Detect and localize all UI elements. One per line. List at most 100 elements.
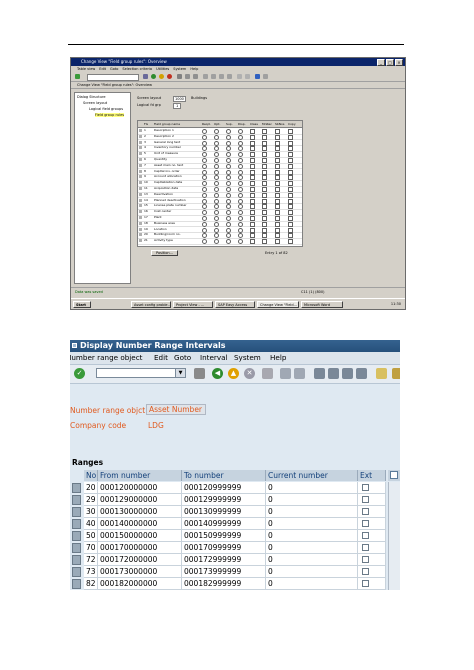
ext-checkbox[interactable] <box>362 568 369 575</box>
next-page-icon[interactable] <box>219 74 224 79</box>
find-next-icon[interactable] <box>294 368 305 379</box>
col-no[interactable]: No <box>84 470 98 481</box>
back-icon[interactable] <box>151 74 156 79</box>
menu-interval[interactable]: Interval <box>200 352 228 364</box>
row-selector[interactable] <box>139 187 142 190</box>
cell-no[interactable]: 82 <box>84 578 98 590</box>
menu-goto[interactable]: Goto <box>174 352 191 364</box>
row-selector[interactable] <box>139 140 142 144</box>
menu-edit[interactable]: Edit <box>154 352 168 364</box>
cell-no[interactable]: 50 <box>84 530 98 542</box>
col-current-number[interactable]: Current number <box>266 470 358 481</box>
cell-no[interactable]: 72 <box>84 554 98 566</box>
new-session-icon[interactable] <box>237 74 242 79</box>
exit-icon[interactable]: ▲ <box>228 368 239 379</box>
cell-current-number[interactable]: 0 <box>266 542 358 554</box>
cell-from-number[interactable]: 000173000000 <box>98 566 182 578</box>
task-word[interactable]: Microsoft Word <box>301 301 343 308</box>
back-icon[interactable]: ◀ <box>212 368 223 379</box>
row-selector[interactable] <box>72 531 81 541</box>
cell-no[interactable]: 30 <box>84 506 98 518</box>
save-icon[interactable] <box>194 368 205 379</box>
cell-current-number[interactable]: 0 <box>266 554 358 566</box>
row-selector[interactable] <box>139 221 142 225</box>
prev-page-icon[interactable] <box>328 368 339 379</box>
tree-item-logical-field-groups[interactable]: Logical field groups <box>89 107 123 111</box>
command-field[interactable]: ▼ <box>96 368 186 378</box>
row-selector[interactable] <box>139 129 142 132</box>
col-to-number[interactable]: To number <box>182 470 266 481</box>
row-selector[interactable] <box>139 233 142 237</box>
row-selector[interactable] <box>139 175 142 179</box>
row-selector[interactable] <box>139 192 142 196</box>
find-icon[interactable] <box>280 368 291 379</box>
cell-from-number[interactable]: 000172000000 <box>98 554 182 566</box>
cell-current-number[interactable]: 0 <box>266 566 358 578</box>
next-page-icon[interactable] <box>342 368 353 379</box>
cell-from-number[interactable]: 000182000000 <box>98 578 182 590</box>
menu-system[interactable]: System <box>234 352 261 364</box>
cancel-icon[interactable]: ✕ <box>244 368 255 379</box>
cell-from-number[interactable]: 000170000000 <box>98 542 182 554</box>
row-selector[interactable] <box>72 519 81 529</box>
cell-from-number[interactable]: 000150000000 <box>98 530 182 542</box>
row-selector[interactable] <box>139 210 142 214</box>
ext-checkbox[interactable] <box>362 508 369 515</box>
row-checkbox[interactable] <box>262 239 267 245</box>
row-selector[interactable] <box>139 216 142 219</box>
tree-item-field-group-rules[interactable]: Field group rules <box>95 113 125 117</box>
enter-icon[interactable] <box>75 74 80 79</box>
shortcut-icon[interactable] <box>245 74 250 79</box>
cell-current-number[interactable]: 0 <box>266 530 358 542</box>
row-selector[interactable] <box>72 543 81 553</box>
cell-to-number[interactable]: 000129999999 <box>182 494 266 506</box>
row-selector[interactable] <box>139 239 142 243</box>
cell-from-number[interactable]: 000140000000 <box>98 518 182 530</box>
first-page-icon[interactable] <box>203 74 208 79</box>
row-selector[interactable] <box>72 567 81 577</box>
print-icon[interactable] <box>262 368 273 379</box>
cell-to-number[interactable]: 000182999999 <box>182 578 266 590</box>
cell-current-number[interactable]: 0 <box>266 482 358 494</box>
col-from-number[interactable]: From number <box>98 470 182 481</box>
cell-no[interactable]: 29 <box>84 494 98 506</box>
new-session-icon[interactable] <box>376 368 387 379</box>
tree-item-screen-layout[interactable]: Screen layout <box>83 101 107 105</box>
save-icon[interactable] <box>143 74 148 79</box>
cell-current-number[interactable]: 0 <box>266 506 358 518</box>
prev-page-icon[interactable] <box>211 74 216 79</box>
help-icon[interactable] <box>255 74 260 79</box>
row-selector[interactable] <box>139 163 142 167</box>
cell-to-number[interactable]: 000173999999 <box>182 566 266 578</box>
cell-to-number[interactable]: 000172999999 <box>182 554 266 566</box>
ext-checkbox[interactable] <box>362 544 369 551</box>
row-radio[interactable] <box>238 239 243 245</box>
find-icon[interactable] <box>185 74 190 79</box>
row-selector[interactable] <box>72 495 81 505</box>
cell-from-number[interactable]: 000120000000 <box>98 482 182 494</box>
ext-checkbox[interactable] <box>362 556 369 563</box>
row-selector[interactable] <box>139 198 142 202</box>
row-radio[interactable] <box>202 239 207 245</box>
cell-to-number[interactable]: 000130999999 <box>182 506 266 518</box>
cell-current-number[interactable]: 0 <box>266 518 358 530</box>
row-radio[interactable] <box>226 239 231 245</box>
table-settings-icon[interactable] <box>388 470 400 481</box>
cell-no[interactable]: 40 <box>84 518 98 530</box>
row-selector[interactable] <box>72 555 81 565</box>
menu-help[interactable]: Help <box>270 352 286 364</box>
cell-current-number[interactable]: 0 <box>266 578 358 590</box>
first-page-icon[interactable] <box>314 368 325 379</box>
last-page-icon[interactable] <box>227 74 232 79</box>
minimize-icon[interactable]: _ <box>377 59 385 66</box>
row-selector[interactable] <box>139 146 142 150</box>
row-checkbox[interactable] <box>250 239 255 245</box>
row-selector[interactable] <box>72 507 81 517</box>
cancel-icon[interactable] <box>167 74 172 79</box>
table-vertical-scrollbar[interactable] <box>388 482 400 590</box>
row-selector[interactable] <box>139 158 142 161</box>
ext-checkbox[interactable] <box>362 580 369 587</box>
ext-checkbox[interactable] <box>362 520 369 527</box>
generate-shortcut-icon[interactable] <box>392 368 400 379</box>
cell-from-number[interactable]: 000129000000 <box>98 494 182 506</box>
